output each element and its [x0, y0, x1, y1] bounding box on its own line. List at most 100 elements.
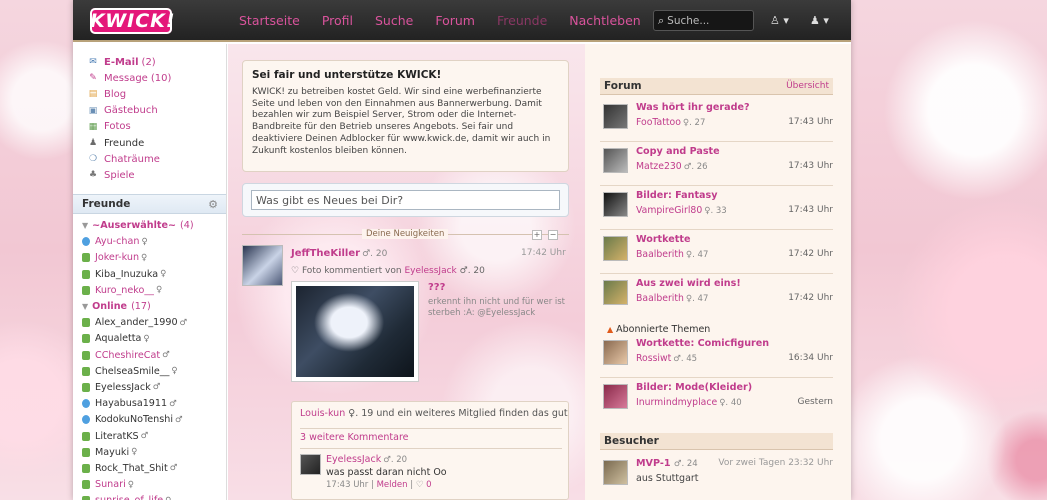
friends-group-online[interactable]: ▼ Online (17): [82, 298, 226, 314]
post-action: ♡ Foto kommentiert von EyelessJack ♂. 20: [291, 266, 485, 276]
avatar[interactable]: [603, 280, 628, 305]
friend-item[interactable]: Rock_That_Shit ♂: [82, 460, 226, 476]
chat-icon: ❍: [88, 154, 98, 165]
mobile-online-icon: [82, 447, 90, 457]
nav-forum[interactable]: Forum: [435, 13, 475, 28]
likes-user[interactable]: Louis-kun: [300, 408, 345, 419]
friend-item[interactable]: Hayabusa1911 ♂: [82, 396, 226, 412]
avatar[interactable]: [603, 104, 628, 129]
avatar[interactable]: [603, 384, 628, 409]
friend-item[interactable]: Ayu-chan ♀: [82, 234, 226, 250]
right-sidebar: Forum Übersicht Was hört ihr gerade? Foo…: [585, 44, 851, 500]
photo-title[interactable]: ???: [428, 282, 445, 293]
photo-description: erkennt ihn nicht und für wer ist sterbe…: [428, 297, 566, 318]
nav-profil[interactable]: Profil: [322, 13, 353, 28]
post-author[interactable]: JeffTheKiller ♂. 20: [291, 248, 387, 259]
friend-item[interactable]: Sunari ♀: [82, 477, 226, 493]
search-box: ⌕: [653, 10, 754, 31]
avatar[interactable]: [603, 148, 628, 173]
menu-item-blog[interactable]: ▤ Blog: [87, 86, 226, 102]
divider: [300, 428, 562, 429]
forum-item[interactable]: Bilder: Fantasy VampireGirl80 ♀. 33 17:43…: [603, 188, 833, 228]
menu-item-freunde[interactable]: ♟ Freunde: [87, 135, 226, 151]
nav-nachtleben[interactable]: Nachtleben: [569, 13, 640, 28]
comment-meta: 17:43 Uhr | Melden | ♡ 0: [326, 480, 432, 490]
visitor-item[interactable]: MVP-1 ♂. 24 Vor zwei Tagen 23:32 Uhr aus…: [603, 456, 833, 496]
main-nav: Startseite Profil Suche Forum Freunde Na…: [239, 13, 663, 28]
subscribed-topics-toggle[interactable]: ▲ Abonnierte Themen: [607, 324, 710, 335]
menu-item-email[interactable]: ✉ E-Mail (2): [87, 54, 226, 70]
divider: [600, 273, 833, 274]
divider: [600, 185, 833, 186]
chevron-down-icon: ▼: [82, 221, 89, 231]
avatar[interactable]: [603, 340, 628, 365]
mobile-online-icon: [82, 269, 90, 279]
left-sidebar: ✉ E-Mail (2) ✎ Message (10) ▤ Blog ▣ Gästebuch…: [73, 44, 227, 500]
friend-item[interactable]: ChelseaSmile__ ♀: [82, 363, 226, 379]
friend-item[interactable]: Aqualetta ♀: [82, 331, 226, 347]
friend-item[interactable]: Kuro_neko__ ♀: [82, 282, 226, 298]
forum-item[interactable]: Wortkette Baalberith ♀. 47 17:42 Uhr: [603, 232, 833, 272]
expand-icon[interactable]: +: [532, 230, 542, 240]
kwick-logo[interactable]: KWICK!: [90, 8, 175, 34]
gear-icon[interactable]: ⚙: [208, 195, 218, 214]
mobile-online-icon: [82, 382, 90, 392]
nav-freunde[interactable]: Freunde: [497, 13, 547, 28]
menu-item-message[interactable]: ✎ Message (10): [87, 70, 226, 86]
status-input[interactable]: [251, 190, 560, 210]
visitors-header: Besucher: [600, 433, 833, 450]
comment-likes[interactable]: 0: [426, 480, 431, 490]
nav-startseite[interactable]: Startseite: [239, 13, 300, 28]
menu-item-spiele[interactable]: ♣ Spiele: [87, 167, 226, 183]
games-icon: ♣: [88, 170, 98, 181]
mobile-online-icon: [82, 366, 90, 376]
forum-item[interactable]: Wortkette: Comicfiguren Rossiwt ♂. 45 16:…: [603, 336, 833, 376]
friend-item[interactable]: EyelessJack ♂: [82, 379, 226, 395]
friend-item[interactable]: Alex_ander_1990 ♂: [82, 315, 226, 331]
avatar[interactable]: [300, 454, 321, 475]
friend-item[interactable]: CCheshireCat ♂: [82, 347, 226, 363]
settings-menu-icon[interactable]: ♟ ▾: [810, 14, 829, 27]
user-menu-icon[interactable]: ♙ ▾: [770, 14, 789, 27]
forum-item[interactable]: Aus zwei wird eins! Baalberith ♀. 47 17:4…: [603, 276, 833, 316]
forum-overview-link[interactable]: Übersicht: [786, 78, 829, 94]
avatar[interactable]: [603, 460, 628, 485]
page-container: KWICK! Startseite Profil Suche Forum Fre…: [73, 0, 851, 500]
friend-item[interactable]: Kiba_Inuzuka ♀: [82, 266, 226, 282]
post-action-user[interactable]: EyelessJack: [404, 266, 456, 276]
collapse-icon[interactable]: −: [548, 230, 558, 240]
search-icon: ⌕: [658, 13, 665, 27]
friends-group-auserwaehlte[interactable]: ▼ ~Auserwählte~ (4): [82, 218, 226, 234]
forum-item[interactable]: Copy and Paste Matze230 ♂. 26 17:43 Uhr: [603, 144, 833, 184]
forum-item[interactable]: Bilder: Mode(Kleider) Inurmindmyplace ♀. …: [603, 380, 833, 420]
comment-author[interactable]: EyelessJack ♂. 20: [326, 454, 407, 465]
heart-icon[interactable]: ♡: [416, 480, 424, 490]
divider: [300, 448, 562, 449]
avatar[interactable]: [603, 192, 628, 217]
more-comments-link[interactable]: 3 weitere Kommentare: [300, 432, 408, 443]
friend-item[interactable]: LiteratKS ♂: [82, 428, 226, 444]
news-label: Deine Neuigkeiten: [362, 229, 449, 239]
menu-item-gaestebuch[interactable]: ▣ Gästebuch: [87, 103, 226, 119]
divider: [600, 141, 833, 142]
web-online-icon: [82, 415, 90, 425]
friend-item[interactable]: sunrise_of_life♀: [82, 493, 226, 500]
likes-text: Louis-kun ♀. 19 und ein weiteres Mitglie…: [300, 408, 568, 419]
avatar[interactable]: [603, 236, 628, 261]
avatar[interactable]: [242, 245, 283, 286]
friend-item[interactable]: Mayuki ♀: [82, 444, 226, 460]
nav-suche[interactable]: Suche: [375, 13, 413, 28]
mobile-online-icon: [82, 431, 90, 441]
forum-item[interactable]: Was hört ihr gerade? FooTattoo ♀. 27 17:4…: [603, 100, 833, 140]
menu-item-chatraeume[interactable]: ❍ Chaträume: [87, 151, 226, 167]
mobile-online-icon: [82, 334, 90, 344]
mobile-online-icon: [82, 253, 90, 263]
search-input[interactable]: [667, 14, 746, 27]
mobile-online-icon: [82, 496, 90, 500]
menu-item-fotos[interactable]: ▦ Fotos: [87, 119, 226, 135]
friend-item[interactable]: Joker-kun ♀: [82, 250, 226, 266]
guestbook-icon: ▣: [88, 105, 98, 116]
friend-item[interactable]: KodokuNoTenshi ♂: [82, 412, 226, 428]
report-link[interactable]: Melden: [377, 480, 408, 490]
post-photo[interactable]: [291, 281, 419, 382]
